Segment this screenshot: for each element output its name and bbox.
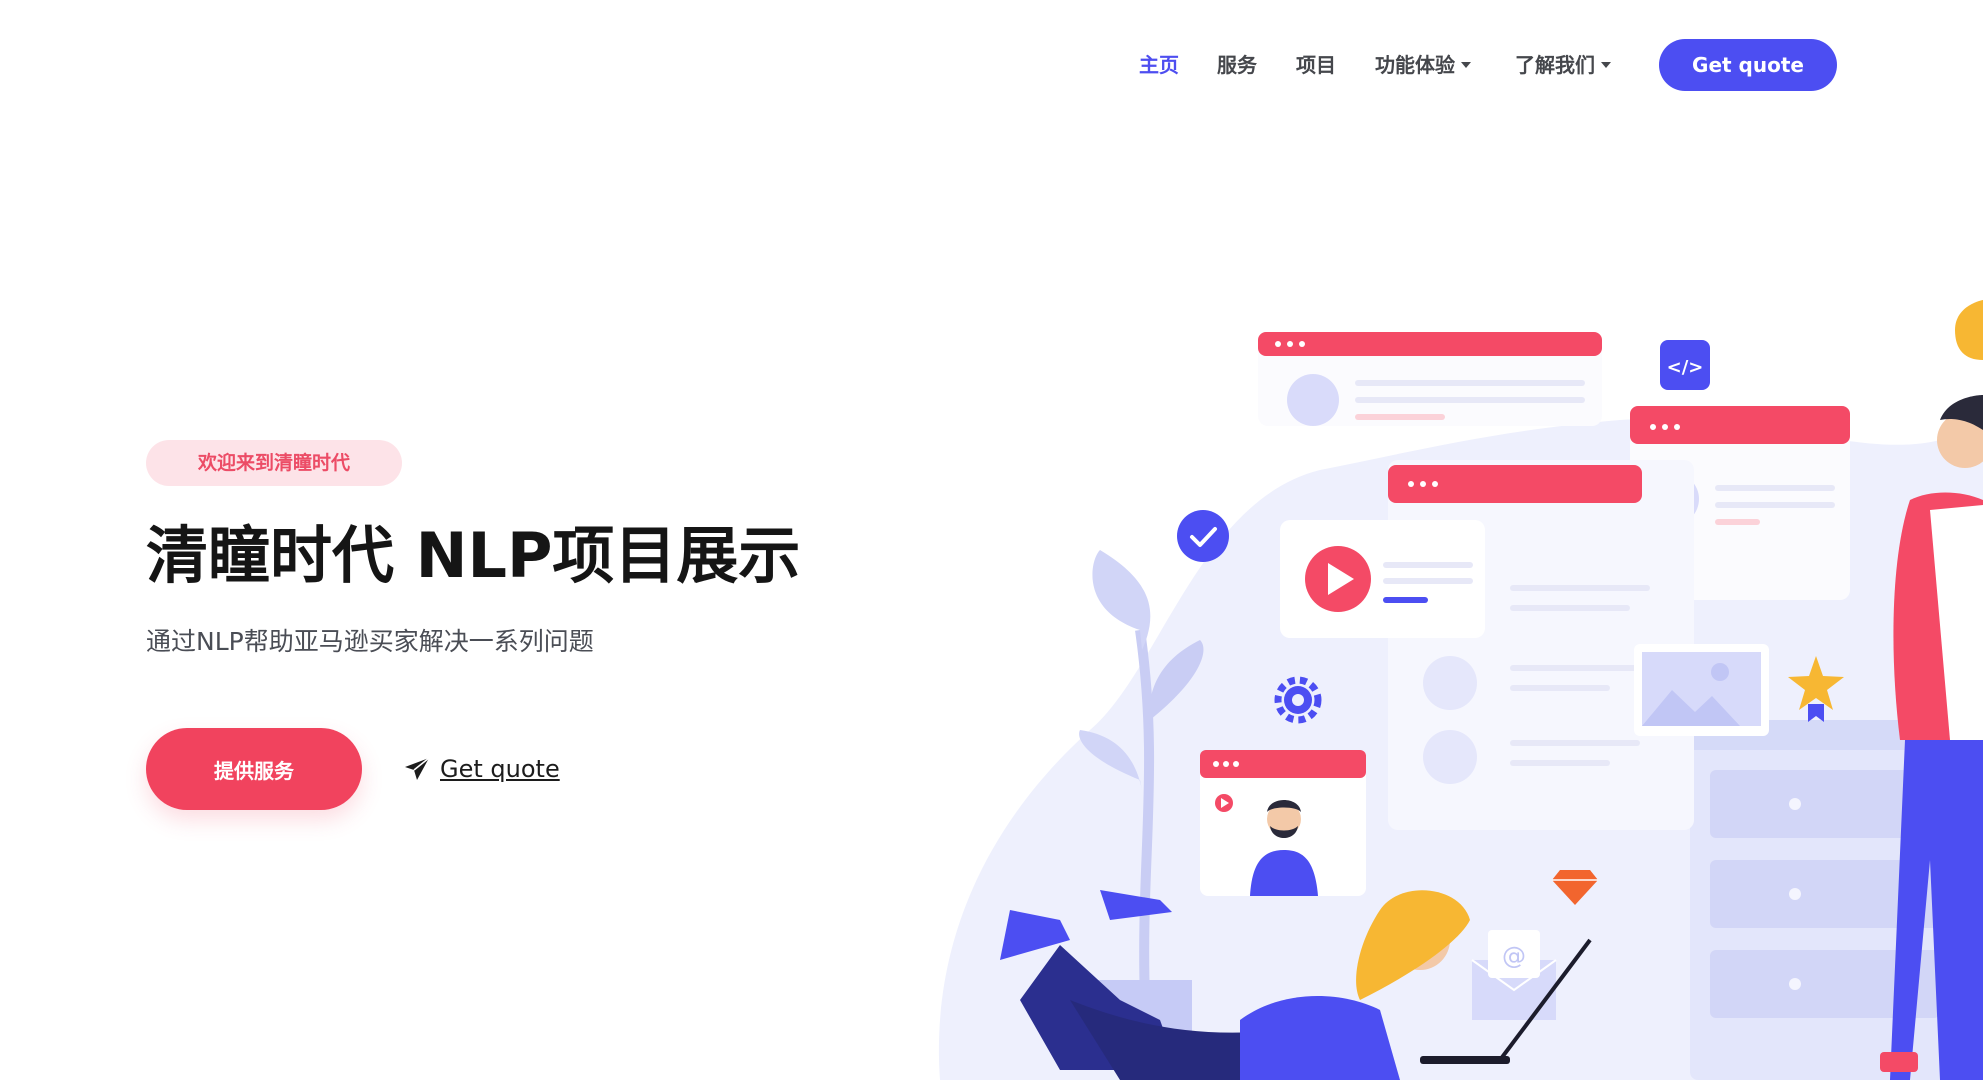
- nav-item-services[interactable]: 服务: [1217, 50, 1257, 80]
- top-nav: 主页 服务 项目 功能体验 了解我们 Get quote: [0, 0, 1983, 130]
- nav-item-home[interactable]: 主页: [1139, 50, 1179, 80]
- nav-item-about[interactable]: 了解我们: [1515, 50, 1611, 80]
- code-icon: </>: [1660, 340, 1710, 390]
- page-title: 清瞳时代 NLP项目展示: [146, 519, 801, 592]
- nav-item-about-label: 了解我们: [1515, 53, 1595, 77]
- chevron-down-icon: [1461, 61, 1471, 68]
- check-circle-icon: [1177, 510, 1229, 562]
- image-card: [1634, 644, 1769, 736]
- nav-item-features-label: 功能体验: [1375, 53, 1455, 77]
- svg-text:</>: </>: [1667, 357, 1704, 378]
- nav-item-projects[interactable]: 项目: [1296, 50, 1336, 80]
- video-card: [1280, 520, 1485, 638]
- hero-subtitle: 通过NLP帮助亚马逊买家解决一系列问题: [146, 627, 594, 656]
- svg-text:@: @: [1502, 942, 1526, 970]
- nav-item-features[interactable]: 功能体验: [1375, 50, 1471, 80]
- welcome-badge: 欢迎来到清瞳时代: [146, 440, 402, 486]
- hero-illustration: </> @: [860, 300, 1983, 1080]
- paper-plane-icon: [404, 757, 430, 781]
- provide-service-button[interactable]: 提供服务: [146, 728, 362, 810]
- avatar-video-card: [1200, 750, 1366, 896]
- get-quote-button[interactable]: Get quote: [1659, 39, 1837, 91]
- chevron-down-icon: [1601, 61, 1611, 68]
- get-quote-link-label: Get quote: [440, 755, 560, 783]
- get-quote-link[interactable]: Get quote: [404, 752, 560, 786]
- card-top: [1258, 332, 1602, 426]
